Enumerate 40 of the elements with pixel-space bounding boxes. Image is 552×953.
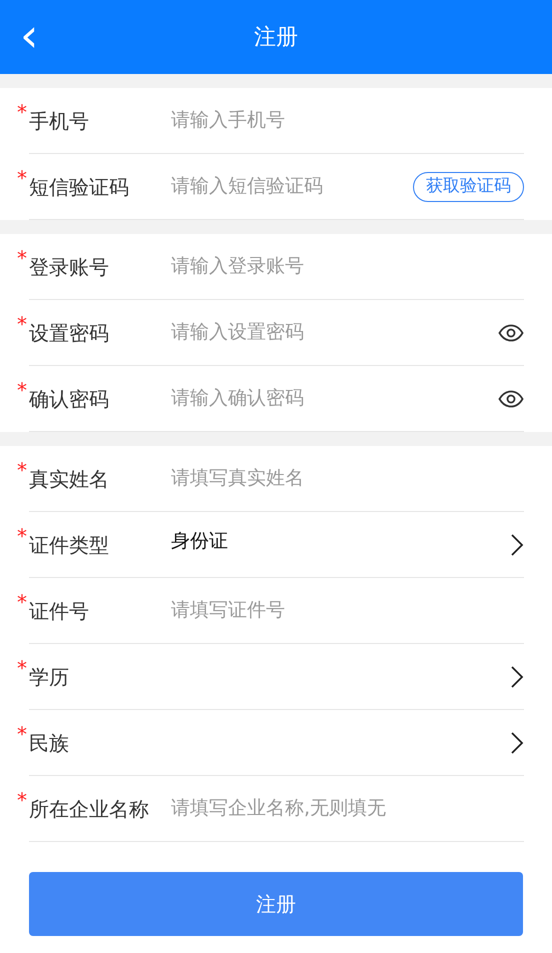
field-label: 手机号 (29, 108, 90, 134)
input-field[interactable]: 请输入登录账号 (171, 252, 524, 281)
required-asterisk: * (17, 526, 27, 546)
get-code-button[interactable]: 获取验证码 (413, 172, 524, 202)
required-asterisk: * (17, 248, 27, 268)
field-label: 民族 (29, 730, 70, 756)
back-button[interactable]: ‹ (20, 12, 38, 58)
field-label: 确认密码 (29, 386, 110, 412)
required-asterisk: * (17, 380, 27, 400)
required-asterisk: * (17, 314, 27, 334)
select-value[interactable]: 身份证 (171, 527, 228, 556)
input-field[interactable]: 请输入手机号 (171, 106, 524, 135)
field-label: 登录账号 (29, 254, 110, 280)
field-label: 所在企业名称 (29, 796, 150, 822)
field-label: 真实姓名 (29, 466, 110, 492)
required-asterisk: * (17, 168, 27, 188)
input-field[interactable]: 请填写真实姓名 (171, 464, 524, 493)
chevron-right-icon (510, 730, 524, 754)
eye-icon[interactable] (498, 324, 524, 342)
required-asterisk: * (17, 658, 27, 678)
chevron-right-icon (510, 532, 524, 556)
required-asterisk: * (17, 460, 27, 480)
chevron-right-icon (510, 664, 524, 688)
required-asterisk: * (17, 592, 27, 612)
required-asterisk: * (17, 790, 27, 810)
required-asterisk: * (17, 102, 27, 122)
eye-icon[interactable] (498, 390, 524, 408)
field-label: 证件类型 (29, 532, 110, 558)
input-field[interactable]: 请填写企业名称,无则填无 (171, 794, 524, 823)
required-asterisk: * (17, 724, 27, 744)
page-title: 注册 (254, 24, 298, 52)
input-field[interactable]: 请输入设置密码 (171, 318, 498, 347)
input-field[interactable]: 请填写证件号 (171, 596, 524, 625)
input-field[interactable]: 请输入短信验证码 (171, 172, 413, 201)
field-label: 短信验证码 (29, 174, 130, 200)
register-button[interactable]: 注册 (29, 872, 523, 936)
field-label: 证件号 (29, 598, 90, 624)
input-field[interactable]: 请输入确认密码 (171, 384, 498, 413)
field-label: 学历 (29, 664, 70, 690)
field-label: 设置密码 (29, 320, 110, 346)
